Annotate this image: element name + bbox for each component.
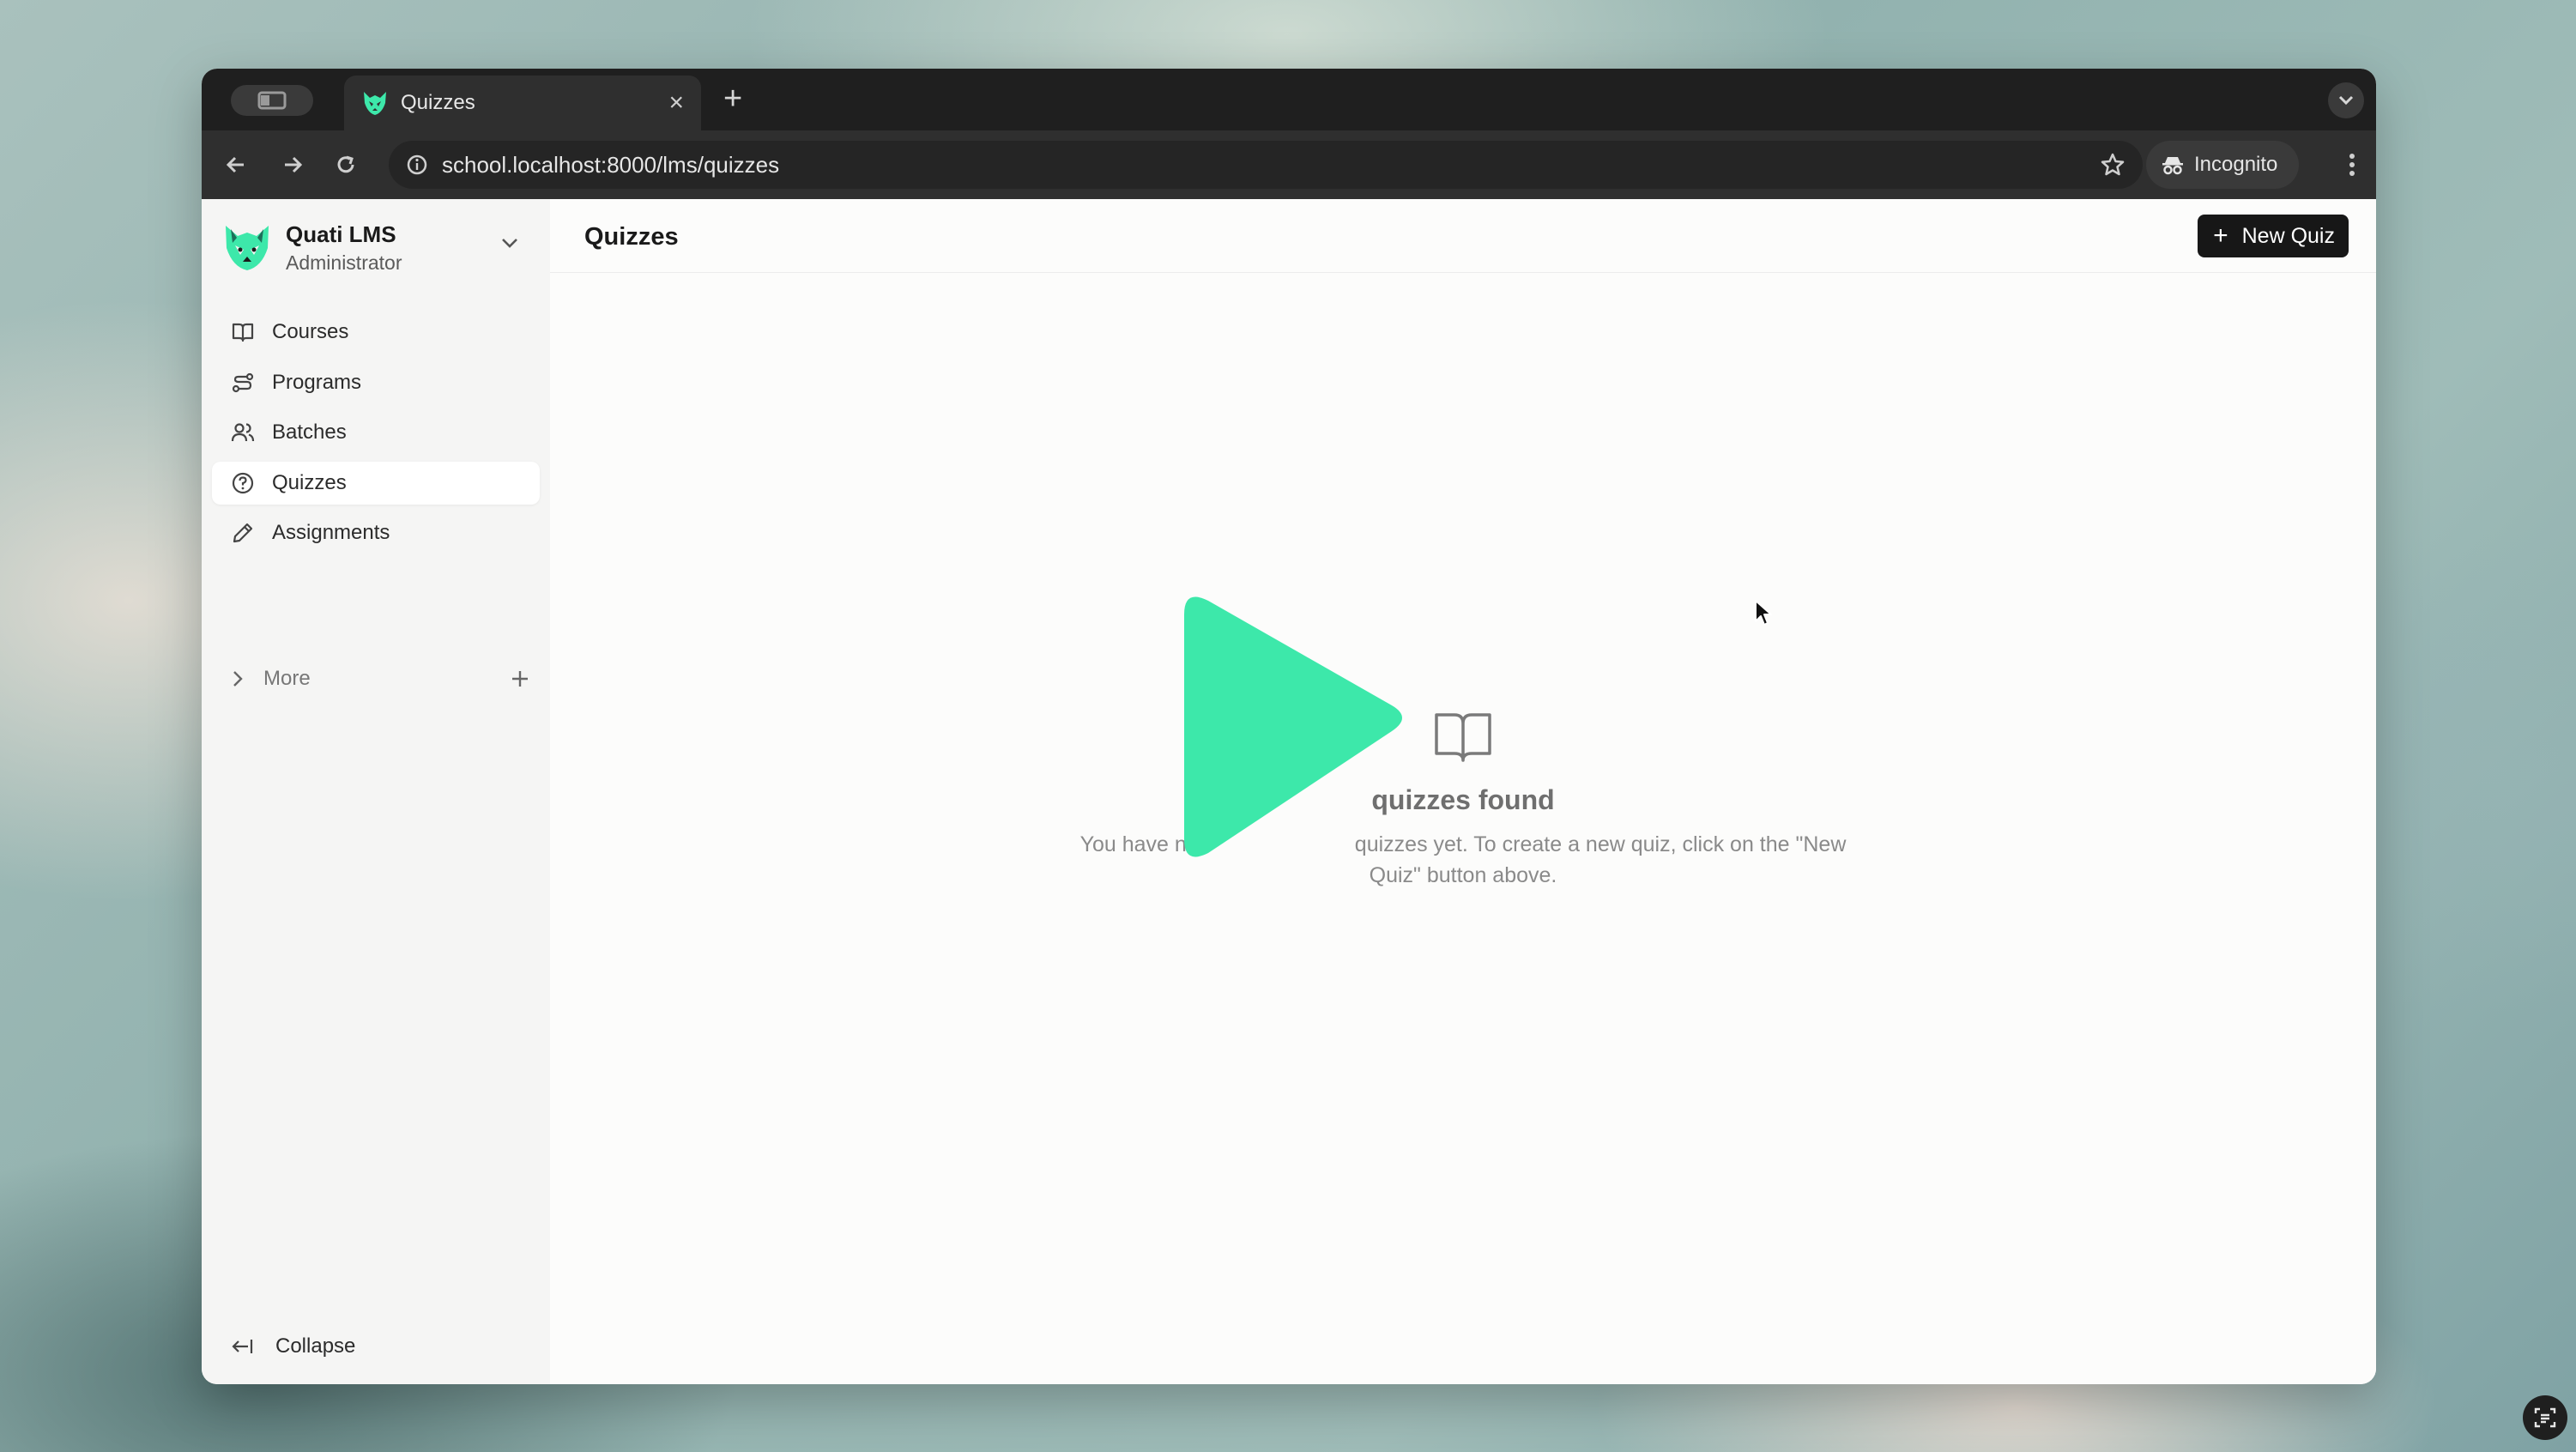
chevron-down-icon: [2338, 95, 2354, 106]
forward-button[interactable]: [275, 148, 310, 182]
new-tab-button[interactable]: +: [723, 82, 742, 115]
tab-close-icon[interactable]: ×: [668, 90, 684, 116]
sidebar-item-courses[interactable]: Courses: [212, 311, 540, 354]
chevron-down-icon[interactable]: [500, 237, 519, 249]
collapse-label: Collapse: [275, 1334, 356, 1358]
plus-icon: +: [2213, 221, 2228, 250]
tab-groups-icon: [257, 91, 287, 110]
tab-bar: Quizzes × +: [202, 69, 2376, 130]
empty-state-title: quizzes found: [1371, 784, 1555, 815]
tab-groups-button[interactable]: [231, 85, 313, 116]
quati-logo-icon: [364, 92, 386, 115]
browser-tab[interactable]: Quizzes ×: [344, 76, 701, 130]
empty-desc-left: You have n: [1079, 832, 1187, 856]
book-open-icon: [232, 323, 254, 342]
screen-text-icon: [2534, 1407, 2556, 1428]
address-bar[interactable]: school.localhost:8000/lms/quizzes: [389, 141, 2143, 189]
sidebar-item-quizzes[interactable]: Quizzes: [212, 461, 540, 505]
incognito-badge[interactable]: Incognito: [2146, 141, 2299, 189]
sidebar-item-programs[interactable]: Programs: [212, 361, 540, 404]
brand-role: Administrator: [286, 251, 402, 274]
collapse-button[interactable]: Collapse: [231, 1334, 355, 1358]
empty-desc-right: quizzes yet. To create a new quiz, click…: [1354, 832, 1847, 887]
sidebar-item-label: Courses: [272, 320, 349, 343]
pencil-icon: [233, 523, 253, 543]
collapse-icon: [232, 1340, 253, 1353]
browser-menu-button[interactable]: [2343, 148, 2361, 182]
quati-logo-icon: [226, 226, 269, 270]
more-vertical-icon: [2349, 154, 2355, 176]
incognito-label: Incognito: [2194, 153, 2278, 176]
more-label: More: [263, 667, 311, 690]
new-quiz-button[interactable]: + New Quiz: [2198, 215, 2349, 257]
main-content: Quizzes + New Quiz quizzes found You hav…: [550, 199, 2376, 1384]
book-open-icon: [1435, 713, 1491, 762]
site-info-icon[interactable]: [406, 154, 428, 176]
route-icon: [232, 372, 254, 392]
sidebar: Quati LMS Administrator Courses Programs…: [202, 199, 550, 1384]
mouse-cursor-icon: [1755, 600, 1772, 626]
incognito-icon: [2162, 157, 2183, 175]
arrow-left-icon: [226, 156, 244, 173]
reload-icon: [337, 155, 354, 173]
browser-toolbar: school.localhost:8000/lms/quizzes Incogn…: [202, 130, 2376, 199]
new-quiz-label: New Quiz: [2241, 223, 2335, 248]
brand-switcher[interactable]: Quati LMS Administrator: [222, 221, 402, 275]
sidebar-item-assignments[interactable]: Assignments: [212, 511, 540, 554]
screen-capture-button[interactable]: [2523, 1395, 2567, 1440]
page-header: Quizzes + New Quiz: [550, 199, 2376, 273]
tab-search-button[interactable]: [2328, 82, 2364, 118]
users-icon: [231, 423, 255, 442]
sidebar-nav: Courses Programs Batches Quizzes Assignm…: [212, 311, 540, 562]
more-section-toggle[interactable]: More: [212, 657, 540, 700]
reload-button[interactable]: [329, 148, 363, 182]
play-icon[interactable]: [1172, 589, 1409, 865]
page-title: Quizzes: [584, 223, 679, 251]
arrow-right-icon: [285, 156, 303, 173]
back-button[interactable]: [219, 148, 253, 182]
sidebar-item-label: Batches: [272, 420, 347, 444]
bookmark-star-icon[interactable]: [2100, 152, 2126, 178]
sidebar-item-label: Programs: [272, 370, 362, 394]
sidebar-item-batches[interactable]: Batches: [212, 411, 540, 454]
tab-title: Quizzes: [401, 91, 475, 114]
sidebar-item-label: Quizzes: [272, 470, 347, 494]
url-text: school.localhost:8000/lms/quizzes: [442, 151, 780, 178]
help-circle-icon: [232, 472, 254, 493]
chevron-right-icon: [233, 671, 243, 687]
brand-name: Quati LMS: [286, 221, 396, 247]
plus-icon[interactable]: [511, 669, 529, 688]
sidebar-item-label: Assignments: [272, 521, 390, 544]
